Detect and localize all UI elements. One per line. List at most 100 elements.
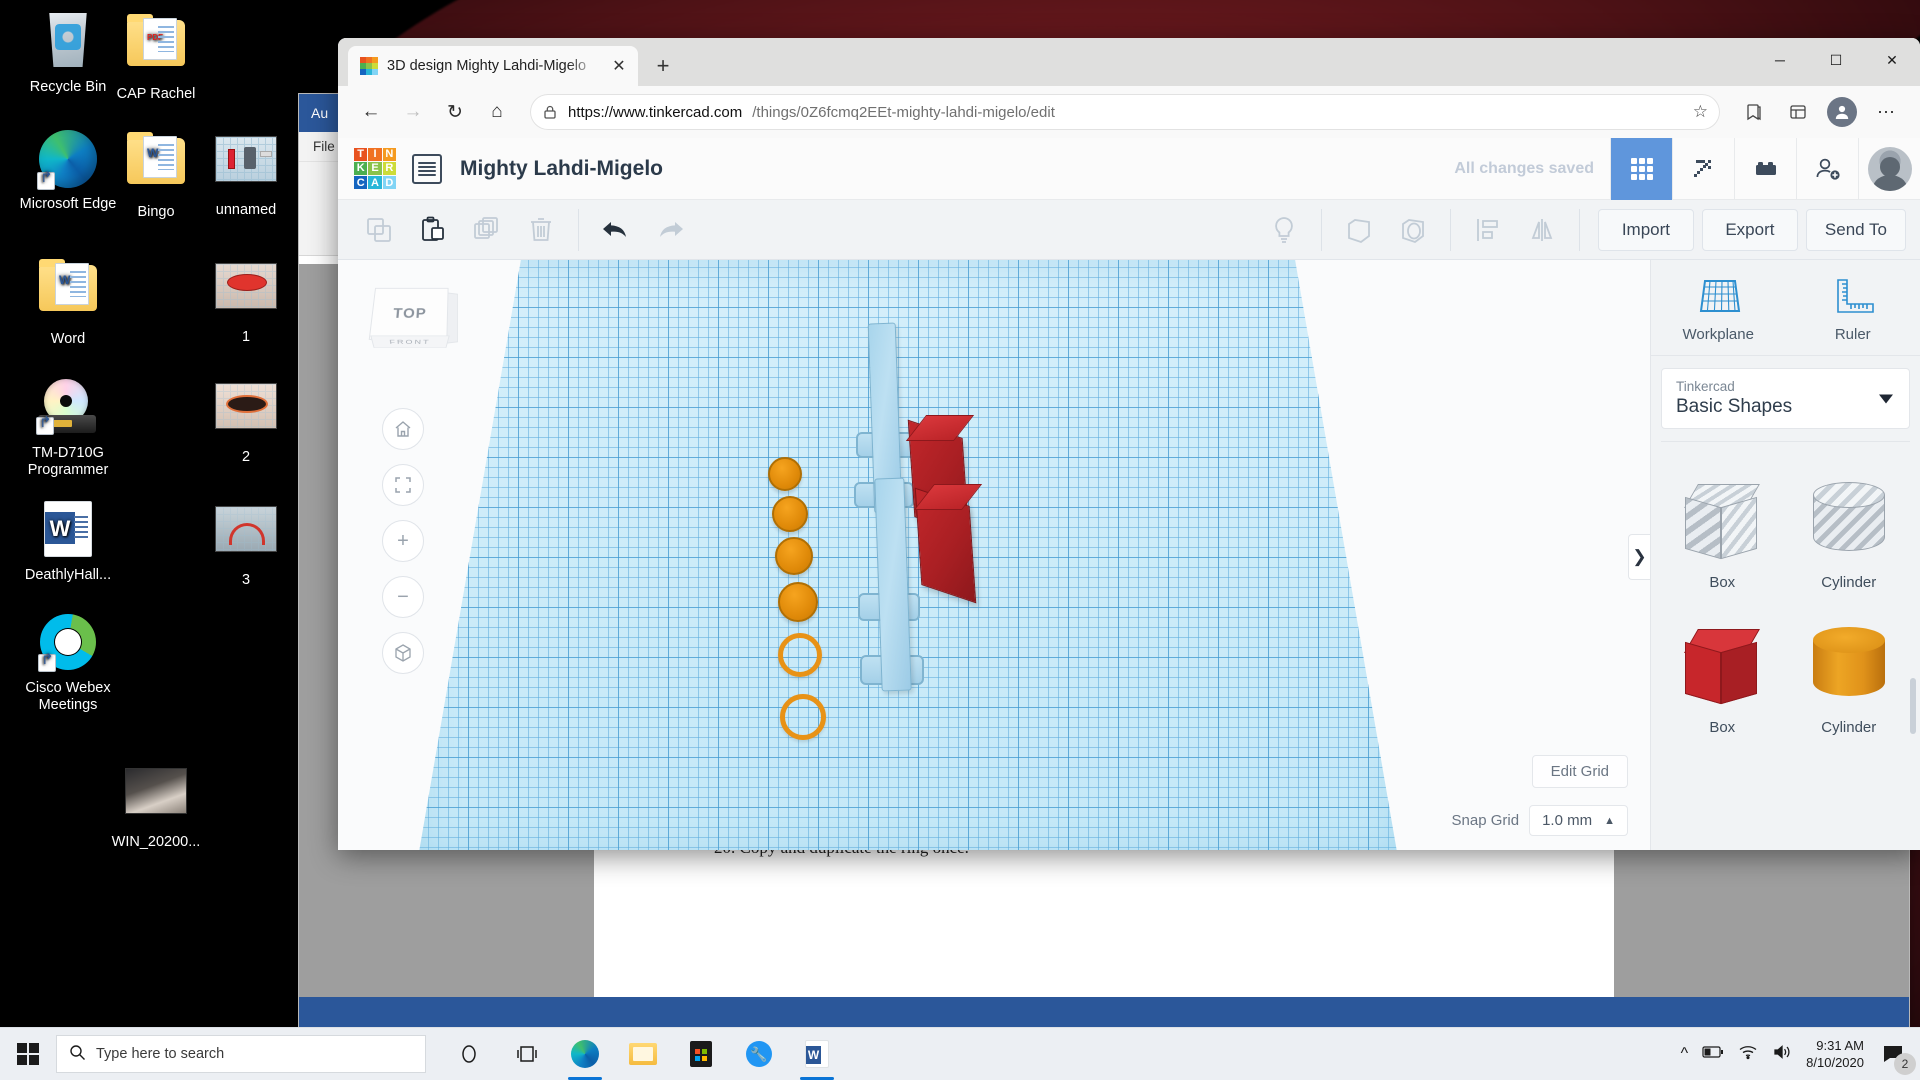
orange-ring-2[interactable] (772, 496, 808, 532)
group-icon[interactable] (1332, 207, 1386, 253)
ungroup-icon[interactable] (1386, 207, 1440, 253)
desktop-icon-tm-d710g-programmer[interactable]: TM-D710G Programmer (12, 375, 124, 479)
shape-item-box-hole[interactable]: Box (1661, 460, 1784, 601)
copy-icon[interactable] (352, 207, 406, 253)
undo-icon[interactable] (589, 207, 643, 253)
view-cube[interactable]: TOP FRONT (366, 286, 462, 364)
workplane-grid[interactable] (418, 260, 1398, 850)
browser-nav-bar[interactable]: ← → ↻ ⌂ https://www.tinkercad.com/things… (338, 86, 1920, 138)
chevron-up-icon[interactable]: ^ (1681, 1045, 1689, 1063)
snap-grid-dropdown[interactable]: 1.0 mm ▲ (1529, 805, 1628, 836)
collections-icon[interactable] (1778, 93, 1818, 131)
search-input[interactable]: Type here to search (56, 1035, 426, 1073)
avatar[interactable] (1858, 137, 1920, 200)
list-menu-icon[interactable] (412, 153, 442, 184)
collapse-panel-button[interactable]: ❯ (1628, 534, 1650, 580)
chevron-up-icon[interactable]: ▲ (1604, 815, 1615, 827)
blue-wrench-app-icon[interactable]: 🔧 (730, 1028, 788, 1080)
view-cube-front-face[interactable]: FRONT (370, 335, 450, 348)
mirror-icon[interactable] (1515, 207, 1569, 253)
profile-icon[interactable] (1822, 93, 1862, 131)
desktop-icon-word-folder[interactable]: W Word (12, 255, 124, 348)
workplane-tool[interactable]: Workplane (1651, 260, 1786, 355)
close-icon[interactable]: ✕ (608, 55, 630, 77)
3d-viewport[interactable]: TOP FRONT + − Edit Grid Snap Grid 1.0 mm… (338, 260, 1650, 850)
lego-brick-icon[interactable] (1734, 137, 1796, 200)
zoom-out-button[interactable]: − (382, 576, 424, 618)
back-button[interactable]: ← (352, 93, 390, 131)
microsoft-edge-taskbar-icon[interactable] (556, 1028, 614, 1080)
orange-ring-3[interactable] (775, 537, 813, 575)
orange-ring-6[interactable] (780, 694, 826, 740)
import-button[interactable]: Import (1597, 208, 1694, 251)
shapes-scrollbar[interactable] (1910, 678, 1916, 734)
taskbar-items[interactable]: 🔧 W (440, 1028, 846, 1080)
shapes-panel[interactable]: Workplane Ruler Tinkercad Basic Shapes B… (1650, 260, 1920, 850)
trash-icon[interactable] (514, 207, 568, 253)
tinkercad-logo[interactable]: TINKERCAD (354, 147, 396, 190)
file-explorer-icon[interactable] (614, 1028, 672, 1080)
tinkercad-header-icons[interactable] (1610, 137, 1858, 200)
minecraft-pickaxe-icon[interactable] (1672, 137, 1734, 200)
grid-view-icon[interactable] (1610, 137, 1672, 200)
window-controls[interactable]: ─ ☐ ✕ (1752, 38, 1920, 82)
orange-ring-4[interactable] (778, 582, 818, 622)
desktop-icon-cisco-webex-meetings[interactable]: Cisco Webex Meetings (12, 612, 124, 714)
minimize-button[interactable]: ─ (1752, 38, 1808, 82)
cortana-icon[interactable] (440, 1028, 498, 1080)
desktop-icon-2[interactable]: 2 (190, 375, 302, 466)
shape-item-box-solid[interactable]: Box (1661, 605, 1784, 746)
close-window-button[interactable]: ✕ (1864, 38, 1920, 82)
desktop-icon-3[interactable]: 3 (190, 498, 302, 589)
orange-ring-1[interactable] (768, 457, 802, 491)
snap-grid-row[interactable]: Snap Grid 1.0 mm ▲ (1452, 805, 1628, 836)
task-view-icon[interactable] (498, 1028, 556, 1080)
tinkercad-toolbar[interactable]: Import Export Send To (338, 200, 1920, 260)
orange-ring-5[interactable] (778, 633, 822, 677)
favorites-icon[interactable] (1734, 93, 1774, 131)
paste-icon[interactable] (406, 207, 460, 253)
desktop-icon-win-photo[interactable]: WIN_20200... (100, 760, 212, 851)
zoom-in-button[interactable]: + (382, 520, 424, 562)
microsoft-word-taskbar-icon[interactable]: W (788, 1028, 846, 1080)
redo-icon[interactable] (643, 207, 697, 253)
battery-icon[interactable] (1702, 1045, 1724, 1064)
wifi-icon[interactable] (1738, 1044, 1758, 1065)
shape-library-select[interactable]: Tinkercad Basic Shapes (1661, 368, 1910, 429)
edit-grid-button[interactable]: Edit Grid (1531, 755, 1628, 788)
more-settings-icon[interactable]: ⋯ (1866, 93, 1906, 131)
shapes-panel-tools[interactable]: Workplane Ruler (1651, 260, 1920, 356)
export-button[interactable]: Export (1701, 208, 1798, 251)
desktop-icon-cap-rachel[interactable]: PDF CAP Rachel (100, 10, 212, 103)
view-cube-top-face[interactable]: TOP (368, 287, 449, 340)
desktop-icon-1[interactable]: 1 (190, 255, 302, 346)
browser-tab[interactable]: 3D design Mighty Lahdi-Migelo ✕ (348, 46, 638, 86)
edge-browser-window[interactable]: 3D design Mighty Lahdi-Migelo ✕ + ─ ☐ ✕ … (338, 38, 1920, 850)
star-icon[interactable]: ☆ (1693, 102, 1708, 122)
ortho-perspective-toggle-button[interactable] (382, 632, 424, 674)
system-tray[interactable]: ^ 9:31 AM 8/10/2020 2 (1681, 1037, 1920, 1075)
refresh-button[interactable]: ↻ (436, 93, 474, 131)
windows-taskbar[interactable]: Type here to search 🔧 W ^ 9:31 AM 8/10/2… (0, 1028, 1920, 1080)
new-tab-button[interactable]: + (646, 49, 680, 83)
maximize-button[interactable]: ☐ (1808, 38, 1864, 82)
microsoft-store-icon[interactable] (672, 1028, 730, 1080)
send-to-button[interactable]: Send To (1805, 208, 1906, 251)
shape-item-cylinder-solid[interactable]: Cylinder (1788, 605, 1911, 746)
home-view-button[interactable] (382, 408, 424, 450)
duplicate-icon[interactable] (460, 207, 514, 253)
home-button[interactable]: ⌂ (478, 93, 516, 131)
light-bulb-icon[interactable] (1257, 207, 1311, 253)
address-bar[interactable]: https://www.tinkercad.com/things/0Z6fcmq… (530, 94, 1720, 130)
design-title[interactable]: Mighty Lahdi-Migelo (460, 157, 663, 181)
viewport-controls[interactable]: + − (382, 408, 424, 674)
desktop-icon-unnamed[interactable]: unnamed (190, 128, 302, 219)
shape-item-cylinder-hole[interactable]: Cylinder (1788, 460, 1911, 601)
start-button[interactable] (0, 1028, 56, 1080)
volume-icon[interactable] (1772, 1044, 1792, 1065)
shape-grid[interactable]: Box Cylinder Box Cylinder (1651, 442, 1920, 764)
chevron-down-icon[interactable] (1879, 394, 1893, 403)
forward-button[interactable]: → (394, 93, 432, 131)
fit-to-view-button[interactable] (382, 464, 424, 506)
notification-icon[interactable]: 2 (1878, 1039, 1916, 1075)
